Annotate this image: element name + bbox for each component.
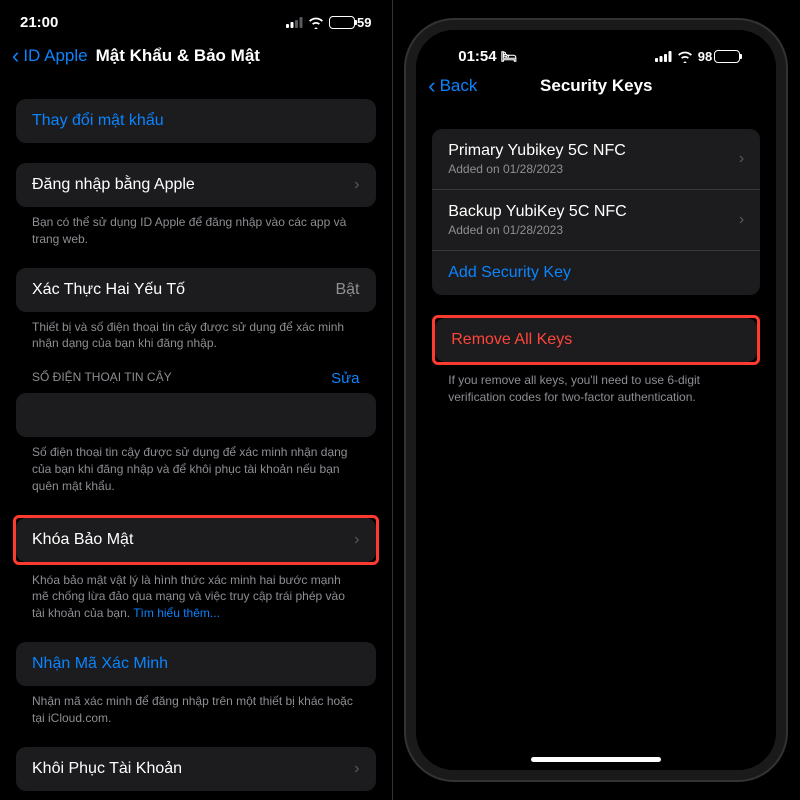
wifi-icon <box>308 17 324 29</box>
trusted-phone-header: SỐ ĐIỆN THOẠI TIN CẬY Sửa <box>16 352 376 393</box>
chevron-left-icon: ‹ <box>428 75 435 97</box>
change-password-cell[interactable]: Thay đổi mật khẩu <box>16 99 376 143</box>
edit-button[interactable]: Sửa <box>331 370 359 387</box>
battery-indicator: 59 <box>329 15 371 30</box>
chevron-right-icon: › <box>354 531 359 549</box>
remove-all-label: Remove All Keys <box>451 331 572 349</box>
nav-header: ‹ Back Security Keys <box>416 69 776 109</box>
nav-title: Mật Khẩu & Bảo Mật <box>96 46 260 66</box>
back-label: ID Apple <box>23 46 87 66</box>
add-security-key-cell[interactable]: Add Security Key <box>432 251 760 295</box>
chevron-right-icon: › <box>739 150 744 168</box>
chevron-right-icon: › <box>739 211 744 229</box>
security-key-label: Khóa Bảo Mật <box>32 531 133 549</box>
back-label: Back <box>440 76 478 96</box>
status-bar: 21:00 59 <box>0 0 392 39</box>
security-key-highlight: Khóa Bảo Mật › <box>13 515 379 565</box>
two-factor-footer: Thiết bị và số điện thoại tin cậy được s… <box>16 312 376 353</box>
chevron-left-icon: ‹ <box>12 45 19 67</box>
settings-password-security-screen: 21:00 59 ‹ ID Apple Mật Khẩu & Bảo Mật T… <box>0 0 393 800</box>
sign-in-with-apple-cell[interactable]: Đăng nhập bằng Apple › <box>16 163 376 207</box>
chevron-right-icon: › <box>354 176 359 194</box>
back-button[interactable]: ‹ ID Apple <box>12 45 88 67</box>
cellular-signal-icon <box>286 17 303 28</box>
home-indicator[interactable] <box>531 757 661 762</box>
remove-all-keys-highlight: Remove All Keys <box>432 315 760 365</box>
recovery-footer: Nếu bạn quên mật khẩu hoặc mật mã thiết … <box>16 791 376 800</box>
cellular-signal-icon <box>655 51 672 62</box>
phone-frame: 01:54🛏 98 ‹ <box>406 20 786 780</box>
key-added-date: Added on 01/28/2023 <box>448 162 626 176</box>
security-key-cell[interactable]: Khóa Bảo Mật › <box>16 518 376 562</box>
nav-header: ‹ ID Apple Mật Khẩu & Bảo Mật <box>0 39 392 79</box>
status-time: 01:54🛏 <box>458 48 517 65</box>
recovery-label: Khôi Phục Tài Khoản <box>32 760 182 778</box>
change-password-label: Thay đổi mật khẩu <box>32 112 164 130</box>
remove-all-keys-cell[interactable]: Remove All Keys <box>435 318 757 362</box>
sign-in-apple-footer: Bạn có thể sử dụng ID Apple để đăng nhập… <box>16 207 376 248</box>
key-added-date: Added on 01/28/2023 <box>448 223 626 237</box>
trusted-phone-cell[interactable] <box>16 393 376 437</box>
key-name: Primary Yubikey 5C NFC <box>448 142 626 160</box>
learn-more-link[interactable]: Tìm hiểu thêm... <box>133 606 220 620</box>
add-key-label: Add Security Key <box>448 264 571 282</box>
two-factor-status: Bật <box>335 281 359 299</box>
get-verification-code-cell[interactable]: Nhận Mã Xác Minh <box>16 642 376 686</box>
remove-all-footer: If you remove all keys, you'll need to u… <box>432 365 760 406</box>
security-keys-screen-container: 01:54🛏 98 ‹ <box>393 0 800 800</box>
security-key-item[interactable]: Primary Yubikey 5C NFC Added on 01/28/20… <box>432 129 760 190</box>
security-key-footer: Khóa bảo mật vật lý là hình thức xác min… <box>16 565 376 622</box>
get-code-label: Nhận Mã Xác Minh <box>32 655 168 673</box>
get-code-footer: Nhận mã xác minh để đăng nhập trên một t… <box>16 686 376 727</box>
two-factor-label: Xác Thực Hai Yếu Tố <box>32 281 185 299</box>
account-recovery-cell[interactable]: Khôi Phục Tài Khoản › <box>16 747 376 791</box>
battery-indicator: 98 <box>698 49 740 64</box>
sign-in-apple-label: Đăng nhập bằng Apple <box>32 176 195 194</box>
trusted-phone-header-label: SỐ ĐIỆN THOẠI TIN CẬY <box>32 370 172 387</box>
wifi-icon <box>677 51 693 63</box>
dynamic-island <box>541 42 651 72</box>
key-name: Backup YubiKey 5C NFC <box>448 203 626 221</box>
nav-title: Security Keys <box>540 76 652 96</box>
two-factor-cell[interactable]: Xác Thực Hai Yếu Tố Bật <box>16 268 376 312</box>
chevron-right-icon: › <box>354 760 359 778</box>
back-button[interactable]: ‹ Back <box>428 75 477 97</box>
status-time: 21:00 <box>20 14 58 31</box>
sleep-mode-icon: 🛏 <box>501 49 518 64</box>
trusted-phone-footer: Số điện thoại tin cậy được sử dụng để xá… <box>16 437 376 494</box>
security-key-item[interactable]: Backup YubiKey 5C NFC Added on 01/28/202… <box>432 190 760 251</box>
